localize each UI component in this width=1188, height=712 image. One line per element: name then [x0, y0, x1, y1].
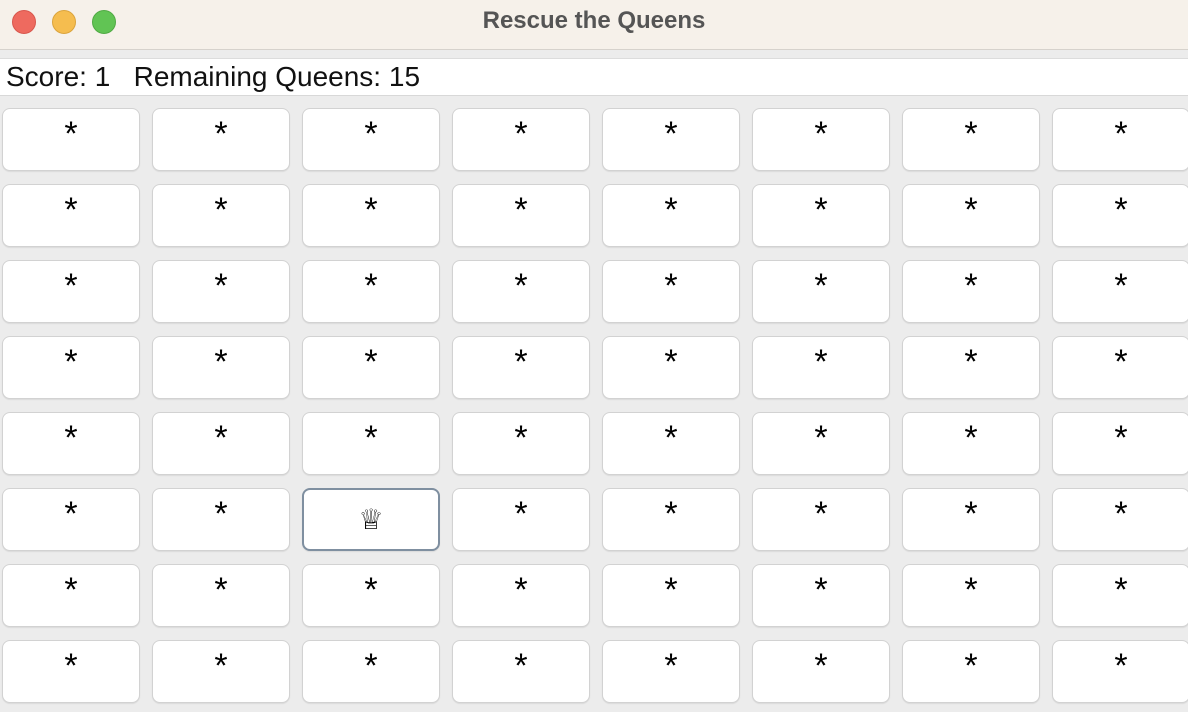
- board-cell[interactable]: *: [302, 184, 440, 247]
- board-cell[interactable]: *: [602, 640, 740, 703]
- board-cell[interactable]: *: [1052, 260, 1188, 323]
- board-cell[interactable]: *: [2, 184, 140, 247]
- board-cell[interactable]: *: [1052, 336, 1188, 399]
- board-cell[interactable]: *: [752, 336, 890, 399]
- board-cell[interactable]: *: [452, 184, 590, 247]
- board-cell[interactable]: *: [902, 412, 1040, 475]
- board-cell[interactable]: *: [752, 564, 890, 627]
- board-cell[interactable]: *: [152, 184, 290, 247]
- board-cell[interactable]: *: [1052, 412, 1188, 475]
- board-cell[interactable]: *: [752, 260, 890, 323]
- board-cell[interactable]: *: [602, 412, 740, 475]
- board-cell[interactable]: *: [752, 640, 890, 703]
- board-cell[interactable]: *: [152, 108, 290, 171]
- board-cell[interactable]: *: [902, 260, 1040, 323]
- board-cell[interactable]: *: [302, 412, 440, 475]
- board-cell[interactable]: *: [452, 640, 590, 703]
- title-bar: Rescue the Queens: [0, 0, 1188, 50]
- board-cell[interactable]: *: [2, 488, 140, 551]
- board-cell[interactable]: *: [1052, 108, 1188, 171]
- board-cell[interactable]: *: [602, 260, 740, 323]
- board-cell[interactable]: *: [1052, 184, 1188, 247]
- board-cell[interactable]: *: [302, 260, 440, 323]
- board-cell[interactable]: *: [152, 488, 290, 551]
- board-cell[interactable]: *: [602, 336, 740, 399]
- board-cell[interactable]: *: [452, 412, 590, 475]
- board-cell[interactable]: *: [2, 640, 140, 703]
- board-cell[interactable]: *: [452, 260, 590, 323]
- board-cell-queen[interactable]: ♕: [302, 488, 440, 551]
- score-status-label: Score: 1 Remaining Queens: 15: [0, 58, 1188, 96]
- app-window: Rescue the Queens Score: 1 Remaining Que…: [0, 0, 1188, 712]
- board-cell[interactable]: *: [602, 108, 740, 171]
- board-cell[interactable]: *: [152, 640, 290, 703]
- board-cell[interactable]: *: [602, 184, 740, 247]
- board-cell[interactable]: *: [602, 564, 740, 627]
- board-cell[interactable]: *: [752, 184, 890, 247]
- board-cell[interactable]: *: [902, 108, 1040, 171]
- board-cell[interactable]: *: [602, 488, 740, 551]
- board-cell[interactable]: *: [752, 108, 890, 171]
- board-cell[interactable]: *: [2, 336, 140, 399]
- board-cell[interactable]: *: [902, 336, 1040, 399]
- board-cell[interactable]: *: [452, 336, 590, 399]
- board-cell[interactable]: *: [2, 412, 140, 475]
- board-cell[interactable]: *: [452, 564, 590, 627]
- window-title: Rescue the Queens: [482, 7, 706, 34]
- board-cell[interactable]: *: [152, 564, 290, 627]
- board-cell[interactable]: *: [152, 336, 290, 399]
- board-cell[interactable]: *: [1052, 488, 1188, 551]
- board-cell[interactable]: *: [1052, 564, 1188, 627]
- board-cell[interactable]: *: [2, 564, 140, 627]
- board-cell[interactable]: *: [902, 640, 1040, 703]
- board-cell[interactable]: *: [752, 412, 890, 475]
- board-cell[interactable]: *: [902, 184, 1040, 247]
- board-cell[interactable]: *: [452, 108, 590, 171]
- board-cell[interactable]: *: [302, 336, 440, 399]
- board-cell[interactable]: *: [152, 260, 290, 323]
- board-cell[interactable]: *: [152, 412, 290, 475]
- board-cell[interactable]: *: [902, 488, 1040, 551]
- board-cell[interactable]: *: [1052, 640, 1188, 703]
- game-board: * * * * * * * * * * * * * * * * * * * * * * * * * * * * * * * * * * * * * * * *…: [0, 108, 1188, 712]
- board-cell[interactable]: *: [902, 564, 1040, 627]
- board-cell[interactable]: *: [302, 564, 440, 627]
- board-cell[interactable]: *: [2, 260, 140, 323]
- board-cell[interactable]: *: [302, 640, 440, 703]
- board-cell[interactable]: *: [2, 108, 140, 171]
- board-cell[interactable]: *: [302, 108, 440, 171]
- board-cell[interactable]: *: [452, 488, 590, 551]
- board-cell[interactable]: *: [752, 488, 890, 551]
